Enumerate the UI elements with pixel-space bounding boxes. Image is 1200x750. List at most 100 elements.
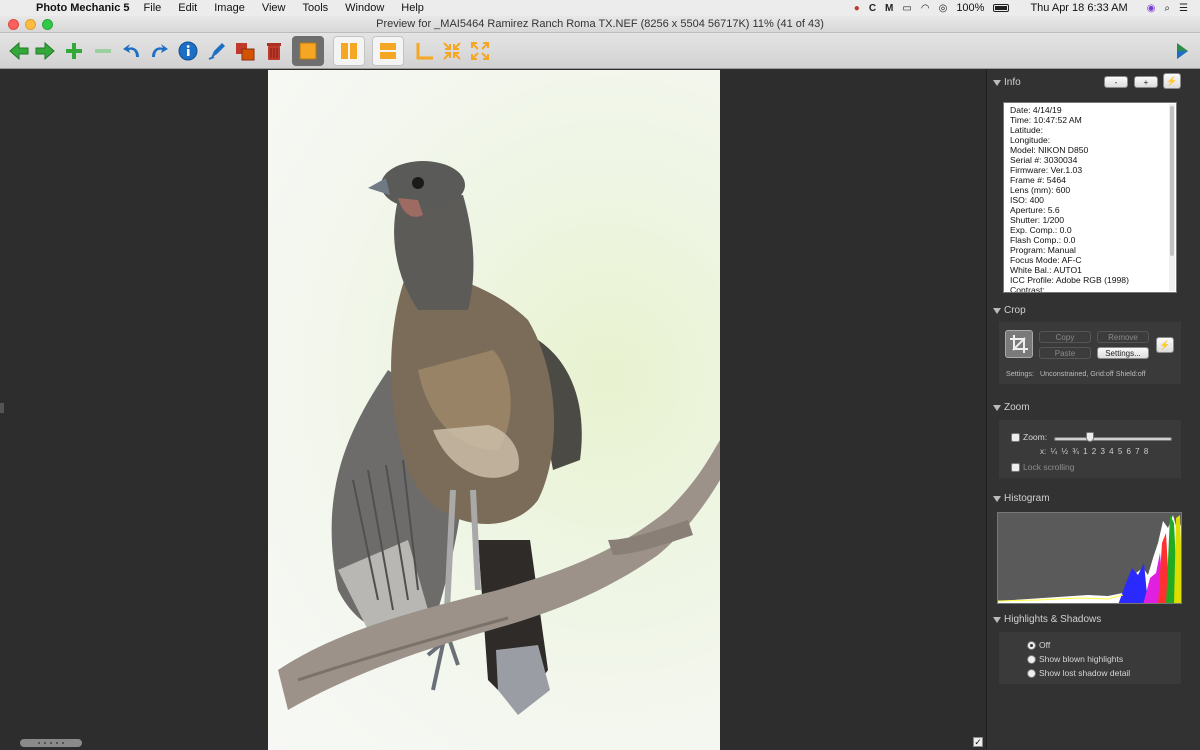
bird-photo-image (278, 161, 720, 715)
menu-window[interactable]: Window (345, 2, 384, 14)
window-title: Preview for _MAI5464 Ramirez Ranch Roma … (376, 18, 824, 30)
edit-ipct-button[interactable] (203, 37, 231, 65)
previous-photo-button[interactable] (5, 37, 33, 65)
fit-window-button[interactable] (438, 37, 466, 65)
menu-app-name[interactable]: Photo Mechanic 5 (36, 2, 130, 14)
info-panel-header[interactable]: Info (993, 77, 1021, 88)
info-scrollbar[interactable] (1169, 104, 1175, 291)
menu-edit[interactable]: Edit (178, 2, 197, 14)
crop-corner-icon (416, 43, 433, 60)
minus-icon (95, 49, 111, 53)
info-line: Frame #: 5464 (1010, 175, 1066, 185)
info-line: Focus Mode: AF-C (1010, 255, 1082, 265)
menu-tools[interactable]: Tools (302, 2, 328, 14)
siri-icon[interactable]: ◉ (1147, 3, 1156, 14)
rotate-left-button[interactable] (118, 37, 146, 65)
corner-checkbox[interactable]: ✓ (973, 737, 983, 747)
rotate-right-button[interactable] (145, 37, 173, 65)
full-size-button[interactable] (466, 37, 494, 65)
info-line: Model: NIKON D850 (1010, 145, 1089, 155)
arrows-out-icon (471, 42, 489, 60)
zoom-out-button[interactable] (89, 37, 117, 65)
info-line: Shutter: 1/200 (1010, 215, 1064, 225)
zoom-window-button[interactable] (42, 19, 53, 30)
crop-copy-button[interactable]: Copy (1039, 331, 1091, 343)
bottom-panel-handle[interactable] (20, 739, 82, 747)
info-lightning-button[interactable]: ⚡ (1163, 73, 1181, 89)
disclosure-triangle-icon (993, 79, 1001, 86)
crop-lightning-button[interactable]: ⚡ (1156, 337, 1174, 353)
lightning-icon: ⚡ (1166, 75, 1178, 86)
crop-paste-button[interactable]: Paste (1039, 347, 1091, 359)
crop-panel-header[interactable]: Crop (993, 305, 1026, 316)
highlights-off-radio[interactable] (1027, 641, 1036, 650)
zoom-slider-track[interactable] (1054, 437, 1172, 441)
crop-settings-value: Unconstrained, Grid:off Shield:off (1039, 369, 1146, 378)
info-line: Latitude: (1010, 125, 1043, 135)
menu-file[interactable]: File (144, 2, 162, 14)
split-horizontal-icon (380, 43, 396, 59)
highlights-panel-header[interactable]: Highlights & Shadows (993, 614, 1101, 625)
arrows-in-icon (443, 42, 461, 60)
menu-help[interactable]: Help (401, 2, 424, 14)
highlights-off-label: Off (1039, 640, 1051, 650)
menubar-clock[interactable]: Thu Apr 18 6:33 AM (1030, 2, 1127, 14)
disclosure-triangle-icon (993, 495, 1001, 502)
info-increase-button[interactable]: + (1134, 76, 1158, 88)
creative-cloud-icon[interactable]: ● (854, 3, 860, 14)
copy-photos-button[interactable] (231, 37, 259, 65)
crop-settings-button[interactable]: Settings... (1097, 347, 1149, 359)
minimize-window-button[interactable] (25, 19, 36, 30)
zoom-in-button[interactable] (60, 37, 88, 65)
zoom-panel-header[interactable]: Zoom (993, 402, 1030, 413)
window-title-bar: Preview for _MAI5464 Ramirez Ranch Roma … (0, 16, 1200, 33)
photo-preview[interactable] (268, 70, 720, 750)
crop-settings-label: Settings: (1006, 369, 1034, 378)
crop-tool-button[interactable] (1005, 330, 1033, 358)
info-metadata-box[interactable]: Date: 4/14/19 Time: 10:47:52 AM Latitude: L… (1003, 102, 1177, 293)
info-line: Date: 4/14/19 (1010, 105, 1062, 115)
next-photo-button[interactable] (31, 37, 59, 65)
info-decrease-button[interactable]: - (1104, 76, 1128, 88)
info-line: Flash Comp.: 0.0 (1010, 235, 1076, 245)
show-blown-highlights-radio[interactable] (1027, 655, 1036, 664)
info-button[interactable] (174, 37, 202, 65)
disclosure-triangle-icon (993, 616, 1001, 623)
stacked-view-button[interactable] (372, 36, 404, 66)
menu-image[interactable]: Image (214, 2, 245, 14)
delete-button[interactable] (260, 37, 288, 65)
close-window-button[interactable] (8, 19, 19, 30)
lock-scrolling-checkbox[interactable] (1011, 463, 1020, 472)
side-by-side-view-button[interactable] (333, 36, 365, 66)
crop-mode-button[interactable] (411, 37, 439, 65)
info-line: Program: Manual (1010, 245, 1076, 255)
screen-share-icon[interactable]: ◎ (939, 3, 948, 14)
crop-remove-button[interactable]: Remove (1097, 331, 1149, 343)
show-lost-shadow-radio[interactable] (1027, 669, 1036, 678)
highlights-panel-title: Highlights & Shadows (1004, 614, 1102, 625)
left-panel-handle[interactable] (0, 403, 4, 413)
battery-icon[interactable] (993, 4, 1010, 12)
zoom-checkbox[interactable] (1011, 433, 1020, 442)
zoom-slider-thumb[interactable] (1086, 432, 1094, 442)
info-icon (178, 41, 198, 61)
notification-center-icon[interactable]: ☰ (1179, 3, 1188, 14)
histogram-graph (997, 512, 1182, 604)
c-app-icon[interactable]: C (869, 3, 876, 14)
photo-mechanic-logo-icon (1168, 37, 1196, 65)
menu-view[interactable]: View (262, 2, 286, 14)
histogram-panel-header[interactable]: Histogram (993, 493, 1050, 504)
info-panel-title: Info (1004, 77, 1021, 88)
trash-icon (267, 43, 281, 60)
spotlight-search-icon[interactable]: ⌕ (1164, 3, 1170, 14)
airplay-icon[interactable]: ▭ (902, 3, 911, 14)
single-view-button[interactable] (292, 36, 324, 66)
disclosure-triangle-icon (993, 307, 1001, 314)
rotate-left-icon (123, 44, 139, 57)
copy-photos-icon (236, 43, 255, 61)
arrow-right-icon (35, 41, 55, 61)
show-blown-highlights-label: Show blown highlights (1039, 654, 1124, 664)
crop-settings-summary: Settings: Unconstrained, Grid:off Shield… (1006, 369, 1146, 378)
wifi-icon[interactable]: ◠ (921, 3, 930, 14)
malwarebytes-icon[interactable]: M (885, 3, 893, 14)
